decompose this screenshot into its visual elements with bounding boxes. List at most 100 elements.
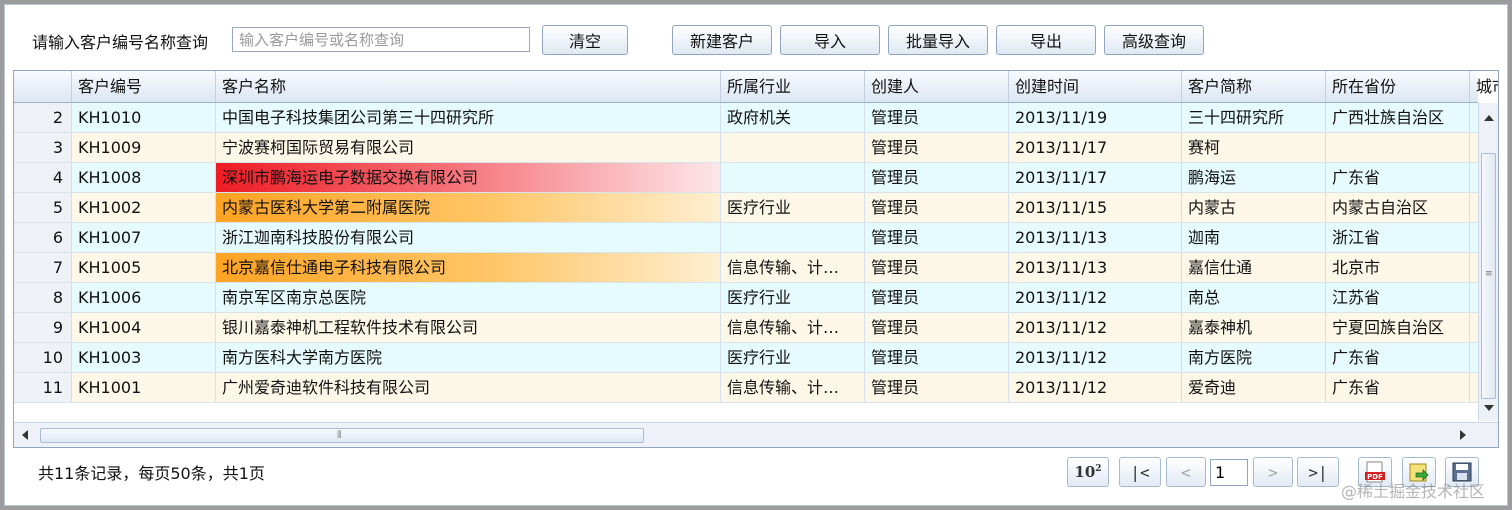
column-header-name[interactable]: 客户名称 <box>216 71 721 102</box>
cell-name[interactable]: 中国电子科技集团公司第三十四研究所 <box>216 103 721 132</box>
cell-n[interactable]: 4 <box>14 163 72 192</box>
cell-creator[interactable]: 管理员 <box>865 283 1009 312</box>
cell-prov[interactable]: 广东省 <box>1326 343 1470 372</box>
cell-creator[interactable]: 管理员 <box>865 103 1009 132</box>
cell-n[interactable]: 3 <box>14 133 72 162</box>
cell-short[interactable]: 迦南 <box>1182 223 1326 252</box>
page-size-button[interactable]: 102 <box>1067 457 1109 487</box>
cell-city[interactable] <box>1470 373 1478 402</box>
cell-n[interactable]: 8 <box>14 283 72 312</box>
cell-n[interactable]: 5 <box>14 193 72 222</box>
cell-date[interactable]: 2013/11/12 <box>1009 373 1182 402</box>
cell-city[interactable] <box>1470 133 1478 162</box>
cell-short[interactable]: 鹏海运 <box>1182 163 1326 192</box>
cell-industry[interactable]: 医疗行业 <box>721 283 865 312</box>
cell-creator[interactable]: 管理员 <box>865 133 1009 162</box>
table-row[interactable]: 10 KH1003 南方医科大学南方医院 医疗行业 管理员 2013/11/12 南方医院广… <box>14 343 1478 373</box>
cell-date[interactable]: 2013/11/17 <box>1009 133 1182 162</box>
cell-n[interactable]: 11 <box>14 373 72 402</box>
page-number-input[interactable] <box>1210 459 1248 486</box>
advanced-search-button[interactable]: 高级查询 <box>1104 25 1204 55</box>
cell-name[interactable]: 内蒙古医科大学第二附属医院 <box>216 193 721 222</box>
cell-city[interactable] <box>1470 313 1478 342</box>
cell-date[interactable]: 2013/11/12 <box>1009 283 1182 312</box>
cell-creator[interactable]: 管理员 <box>865 193 1009 222</box>
chevron-down-icon[interactable] <box>1484 405 1494 411</box>
cell-code[interactable]: KH1009 <box>72 133 216 162</box>
cell-short[interactable]: 赛柯 <box>1182 133 1326 162</box>
table-row[interactable]: 11 KH1001 广州爱奇迪软件科技有限公司 信息传输、计… 管理员 2013/11/1… <box>14 373 1478 403</box>
cell-prov[interactable]: 广东省 <box>1326 163 1470 192</box>
cell-date[interactable]: 2013/11/19 <box>1009 103 1182 132</box>
cell-city[interactable] <box>1470 223 1478 252</box>
cell-prov[interactable]: 江苏省 <box>1326 283 1470 312</box>
column-header-city[interactable]: 城市 <box>1470 71 1498 102</box>
cell-code[interactable]: KH1005 <box>72 253 216 282</box>
cell-industry[interactable]: 医疗行业 <box>721 343 865 372</box>
cell-code[interactable]: KH1003 <box>72 343 216 372</box>
column-header-code[interactable]: 客户编号 <box>72 71 216 102</box>
cell-n[interactable]: 7 <box>14 253 72 282</box>
table-row[interactable]: 2 KH1010 中国电子科技集团公司第三十四研究所 政府机关 管理员 2013/11/1… <box>14 103 1478 133</box>
cell-name[interactable]: 银川嘉泰神机工程软件技术有限公司 <box>216 313 721 342</box>
cell-code[interactable]: KH1007 <box>72 223 216 252</box>
cell-creator[interactable]: 管理员 <box>865 373 1009 402</box>
cell-prov[interactable]: 北京市 <box>1326 253 1470 282</box>
column-header-creator[interactable]: 创建人 <box>865 71 1009 102</box>
cell-n[interactable]: 2 <box>14 103 72 132</box>
cell-city[interactable] <box>1470 193 1478 222</box>
cell-date[interactable]: 2013/11/12 <box>1009 343 1182 372</box>
column-header-province[interactable]: 所在省份 <box>1326 71 1470 102</box>
cell-prov[interactable]: 浙江省 <box>1326 223 1470 252</box>
cell-creator[interactable]: 管理员 <box>865 313 1009 342</box>
cell-code[interactable]: KH1008 <box>72 163 216 192</box>
table-row[interactable]: 7 KH1005 北京嘉信仕通电子科技有限公司 信息传输、计… 管理员 2013/11/1… <box>14 253 1478 283</box>
cell-creator[interactable]: 管理员 <box>865 223 1009 252</box>
cell-industry[interactable]: 医疗行业 <box>721 193 865 222</box>
cell-industry[interactable] <box>721 163 865 192</box>
cell-creator[interactable]: 管理员 <box>865 163 1009 192</box>
search-input[interactable] <box>232 27 530 52</box>
import-button[interactable]: 导入 <box>780 25 880 55</box>
column-header-created-time[interactable]: 创建时间 <box>1009 71 1182 102</box>
cell-city[interactable] <box>1470 163 1478 192</box>
cell-industry[interactable] <box>721 223 865 252</box>
horizontal-scroll-thumb[interactable]: ⦀ <box>40 428 644 443</box>
cell-code[interactable]: KH1002 <box>72 193 216 222</box>
cell-name[interactable]: 南方医科大学南方医院 <box>216 343 721 372</box>
cell-short[interactable]: 内蒙古 <box>1182 193 1326 222</box>
cell-industry[interactable]: 信息传输、计… <box>721 253 865 282</box>
cell-n[interactable]: 10 <box>14 343 72 372</box>
column-header-industry[interactable]: 所属行业 <box>721 71 865 102</box>
cell-prov[interactable]: 广东省 <box>1326 373 1470 402</box>
cell-creator[interactable]: 管理员 <box>865 253 1009 282</box>
cell-name[interactable]: 宁波赛柯国际贸易有限公司 <box>216 133 721 162</box>
clear-button[interactable]: 清空 <box>542 25 628 55</box>
cell-prov[interactable] <box>1326 133 1470 162</box>
batch-import-button[interactable]: 批量导入 <box>888 25 988 55</box>
table-row[interactable]: 5 KH1002 内蒙古医科大学第二附属医院 医疗行业 管理员 2013/11/15 内蒙古… <box>14 193 1478 223</box>
cell-date[interactable]: 2013/11/13 <box>1009 223 1182 252</box>
cell-name[interactable]: 广州爱奇迪软件科技有限公司 <box>216 373 721 402</box>
table-row[interactable]: 8 KH1006 南京军区南京总医院 医疗行业 管理员 2013/11/12 南总 江苏省 <box>14 283 1478 313</box>
cell-name[interactable]: 深圳市鹏海运电子数据交换有限公司 <box>216 163 721 192</box>
prev-page-button[interactable]: < <box>1166 457 1206 487</box>
cell-industry[interactable]: 政府机关 <box>721 103 865 132</box>
table-row[interactable]: 4 KH1008 深圳市鹏海运电子数据交换有限公司 管理员 2013/11/17 鹏海运广… <box>14 163 1478 193</box>
cell-city[interactable] <box>1470 283 1478 312</box>
chevron-right-icon[interactable] <box>1460 430 1466 440</box>
cell-industry[interactable]: 信息传输、计… <box>721 373 865 402</box>
cell-code[interactable]: KH1001 <box>72 373 216 402</box>
next-page-button[interactable]: > <box>1253 457 1293 487</box>
cell-date[interactable]: 2013/11/17 <box>1009 163 1182 192</box>
cell-code[interactable]: KH1006 <box>72 283 216 312</box>
cell-date[interactable]: 2013/11/15 <box>1009 193 1182 222</box>
cell-city[interactable] <box>1470 253 1478 282</box>
export-button[interactable]: 导出 <box>996 25 1096 55</box>
cell-prov[interactable]: 广西壮族自治区 <box>1326 103 1470 132</box>
cell-name[interactable]: 南京军区南京总医院 <box>216 283 721 312</box>
cell-city[interactable] <box>1470 103 1478 132</box>
cell-n[interactable]: 6 <box>14 223 72 252</box>
vertical-scroll-thumb[interactable]: ≡ <box>1481 153 1496 399</box>
table-row[interactable]: 6 KH1007 浙江迦南科技股份有限公司 管理员 2013/11/13 迦南 浙江省 <box>14 223 1478 253</box>
